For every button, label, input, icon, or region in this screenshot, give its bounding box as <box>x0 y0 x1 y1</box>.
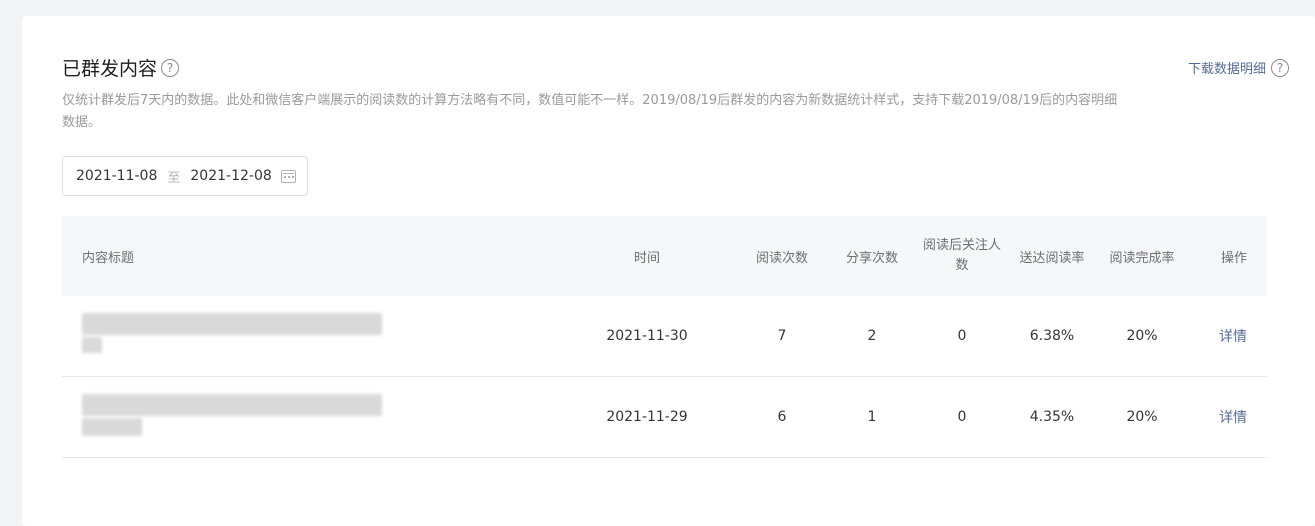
column-header-completion-rate: 阅读完成率 <box>1109 250 1175 266</box>
table-row: 2021-11-30 7 2 0 6.38% 20% 详情 <box>62 296 1267 377</box>
help-icon[interactable]: ? <box>161 58 180 77</box>
help-icon[interactable]: ? <box>1271 58 1289 77</box>
row-reads: 6 <box>777 409 787 425</box>
date-range-picker[interactable]: 2021-11-08 至 2021-12-08 <box>62 156 308 196</box>
page-title: 已群发内容 <box>62 58 158 80</box>
table-header: 内容标题 时间 阅读次数 分享次数 阅读后关注人数 送达阅读率 阅读完成率 操作 <box>62 216 1267 296</box>
column-header-action: 操作 <box>1220 250 1247 266</box>
calendar-icon[interactable] <box>281 170 296 183</box>
row-follows: 0 <box>957 328 967 344</box>
article-title-blurred[interactable] <box>62 392 557 442</box>
content-card: 已群发内容 ? 下载数据明细 ? 仅统计群发后7天内的数据。此处和微信客户端展示… <box>22 16 1315 526</box>
column-header-title: 内容标题 <box>82 250 135 266</box>
range-separator: 至 <box>167 170 181 186</box>
column-header-follows: 阅读后关注人数 <box>922 238 1001 273</box>
column-header-shares: 分享次数 <box>845 250 898 266</box>
table-row: 2021-11-29 6 1 0 4.35% 20% 详情 <box>62 377 1267 458</box>
row-time: 2021-11-30 <box>606 328 688 344</box>
row-reads: 7 <box>777 328 787 344</box>
row-shares: 1 <box>867 409 877 425</box>
section-header: 已群发内容 ? <box>62 54 180 81</box>
details-link[interactable]: 详情 <box>1219 410 1247 426</box>
row-follows: 0 <box>957 409 967 425</box>
row-delivery-rate: 4.35% <box>1029 409 1075 425</box>
row-completion-rate: 20% <box>1126 409 1158 425</box>
row-delivery-rate: 6.38% <box>1029 328 1075 344</box>
row-time: 2021-11-29 <box>606 409 688 425</box>
row-shares: 2 <box>867 328 877 344</box>
row-completion-rate: 20% <box>1126 328 1158 344</box>
download-details-link[interactable]: 下载数据明细 ? <box>1188 58 1289 77</box>
content-table: 内容标题 时间 阅读次数 分享次数 阅读后关注人数 送达阅读率 阅读完成率 操作… <box>62 216 1267 458</box>
column-header-reads: 阅读次数 <box>755 250 808 266</box>
details-link[interactable]: 详情 <box>1219 329 1247 345</box>
column-header-time: 时间 <box>633 250 660 266</box>
start-date[interactable]: 2021-11-08 <box>76 168 157 184</box>
description-text: 仅统计群发后7天内的数据。此处和微信客户端展示的阅读数的计算方法略有不同，数值可… <box>62 93 1118 130</box>
download-details-label: 下载数据明细 <box>1187 62 1266 77</box>
article-title-blurred[interactable] <box>62 311 557 361</box>
column-header-delivery-rate: 送达阅读率 <box>1019 250 1085 266</box>
end-date[interactable]: 2021-12-08 <box>190 168 271 184</box>
